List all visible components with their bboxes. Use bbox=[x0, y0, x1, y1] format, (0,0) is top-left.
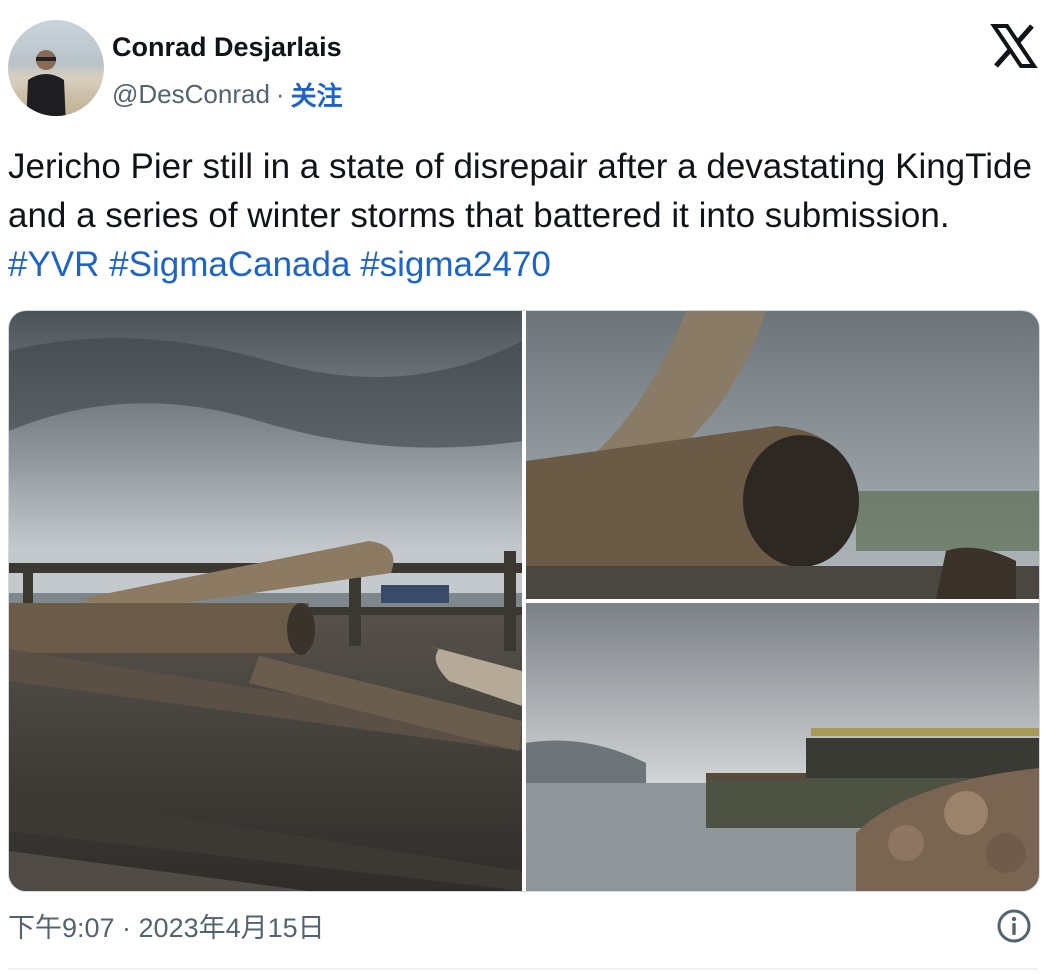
tweet-timestamp[interactable]: 下午9:07 · 2023年4月15日 bbox=[8, 906, 325, 945]
media-grid bbox=[8, 310, 1040, 892]
author-name[interactable]: Conrad Desjarlais bbox=[112, 32, 342, 63]
photo-driftwood-closeup[interactable] bbox=[526, 311, 1039, 599]
author-handle-row: @DesConrad · 关注 bbox=[112, 76, 343, 113]
hashtag-yvr[interactable]: #YVR bbox=[8, 245, 99, 284]
photo-pier-rocks-seascape[interactable] bbox=[526, 603, 1039, 891]
avatar[interactable] bbox=[8, 20, 104, 116]
tweet-text: Jericho Pier still in a state of disrepa… bbox=[8, 142, 1048, 289]
info-icon[interactable] bbox=[996, 908, 1032, 944]
x-logo-icon[interactable] bbox=[990, 24, 1038, 68]
avatar-person-image bbox=[26, 50, 66, 116]
hashtag-sigmacanada[interactable]: #SigmaCanada bbox=[109, 245, 350, 284]
bottom-divider bbox=[8, 968, 1038, 970]
hashtag-sigma2470[interactable]: #sigma2470 bbox=[360, 245, 551, 284]
separator-dot: · bbox=[275, 79, 285, 109]
follow-button[interactable]: 关注 bbox=[291, 76, 343, 113]
author-handle[interactable]: @DesConrad bbox=[112, 79, 270, 110]
tweet-body: Jericho Pier still in a state of disrepa… bbox=[8, 147, 1032, 235]
photo-pier-deck-driftwood[interactable] bbox=[9, 311, 522, 891]
